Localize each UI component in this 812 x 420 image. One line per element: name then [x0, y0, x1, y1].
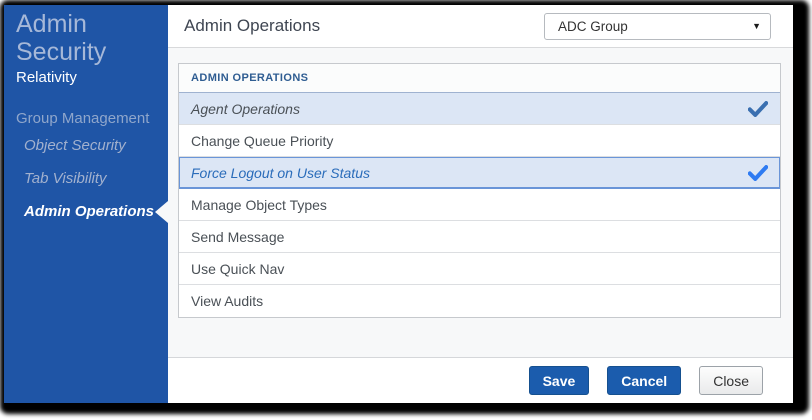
row-label: Change Queue Priority	[191, 132, 334, 149]
admin-operations-table: ADMIN OPERATIONS Agent Operations Change…	[178, 63, 781, 318]
table-row-view-audits[interactable]: View Audits	[179, 285, 780, 317]
row-label: Force Logout on User Status	[191, 164, 370, 181]
sidebar-item-label: Tab Visibility	[24, 170, 107, 187]
sidebar-subtitle: Relativity	[16, 69, 77, 86]
sidebar-item-label: Object Security	[24, 137, 126, 154]
table-row-force-logout-on-user-status[interactable]: Force Logout on User Status	[179, 157, 780, 189]
active-item-notch-arrow	[155, 200, 168, 223]
table-row-change-queue-priority[interactable]: Change Queue Priority	[179, 125, 780, 157]
save-button[interactable]: Save	[528, 366, 590, 395]
content-header: Admin Operations ADC Group ▼	[168, 5, 793, 48]
permissions-panel: ADMIN OPERATIONS Agent Operations Change…	[168, 48, 793, 357]
table-row-manage-object-types[interactable]: Manage Object Types	[179, 189, 780, 221]
table-row-use-quick-nav[interactable]: Use Quick Nav	[179, 253, 780, 285]
group-select-value: ADC Group	[558, 18, 628, 34]
cancel-button[interactable]: Cancel	[607, 366, 682, 395]
checkmark-icon	[748, 164, 768, 181]
sidebar: Admin Security Relativity Group Manageme…	[4, 5, 168, 403]
sidebar-item-object-security[interactable]: Object Security	[4, 131, 168, 160]
action-footer: Save Cancel Close	[168, 357, 793, 403]
sidebar-title: Admin Security	[16, 10, 107, 66]
row-label: Manage Object Types	[191, 196, 327, 213]
sidebar-item-admin-operations[interactable]: Admin Operations	[4, 197, 168, 226]
main-content: Admin Operations ADC Group ▼ ADMIN OPERA…	[168, 5, 793, 403]
admin-security-window: Admin Security Relativity Group Manageme…	[4, 5, 793, 403]
close-button[interactable]: Close	[699, 366, 763, 395]
row-label: Send Message	[191, 228, 285, 245]
checkmark-icon	[748, 100, 768, 117]
row-label: Use Quick Nav	[191, 260, 285, 277]
dropdown-caret-icon: ▼	[752, 20, 761, 31]
sidebar-group-label: Group Management	[16, 110, 150, 127]
group-select-dropdown[interactable]: ADC Group ▼	[544, 12, 771, 40]
page-title: Admin Operations	[184, 16, 321, 35]
screenshot-stage: Admin Security Relativity Group Manageme…	[0, 0, 812, 420]
table-row-send-message[interactable]: Send Message	[179, 221, 780, 253]
sidebar-item-tab-visibility[interactable]: Tab Visibility	[4, 164, 168, 193]
row-label: View Audits	[191, 293, 264, 309]
table-header: ADMIN OPERATIONS	[179, 64, 780, 93]
row-label: Agent Operations	[191, 100, 300, 117]
sidebar-item-label: Admin Operations	[24, 203, 155, 220]
table-row-agent-operations[interactable]: Agent Operations	[179, 93, 780, 125]
